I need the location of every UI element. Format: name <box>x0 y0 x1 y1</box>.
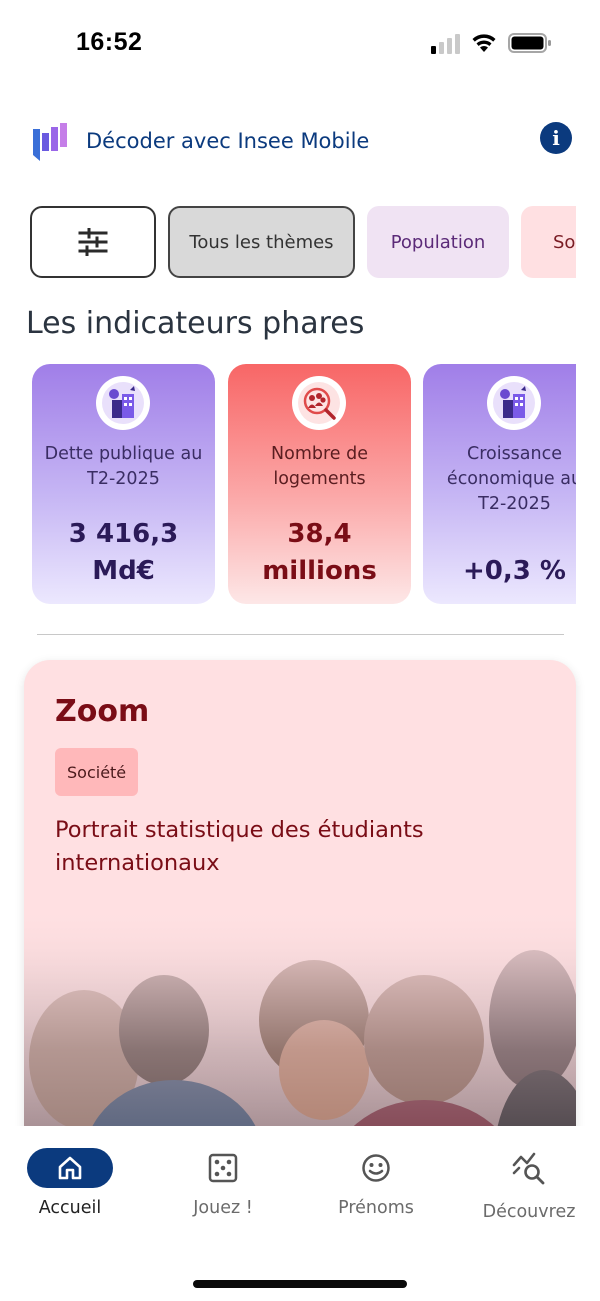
app-title: Décoder avec Insee Mobile <box>86 129 370 153</box>
info-button[interactable]: i <box>540 122 572 154</box>
zoom-theme-tag: Société <box>55 748 139 796</box>
nav-item-prenoms[interactable]: Prénoms <box>306 1148 446 1218</box>
indicator-label: Dette publique au T2-2025 <box>44 444 203 489</box>
indicator-carousel[interactable]: Dette publique au T2-2025 3 416,3 Md€ No… <box>32 364 576 606</box>
nav-label-jouez: Jouez ! <box>193 1198 253 1218</box>
nav-active-indicator <box>27 1148 113 1188</box>
zoom-title: Zoom <box>55 694 150 729</box>
bottom-navigation: Accueil Jouez ! Prénoms Découvrez <box>0 1126 600 1301</box>
indicator-label: Nombre de logements <box>271 444 368 489</box>
nav-label-prenoms: Prénoms <box>338 1198 414 1218</box>
insee-logo-icon <box>33 123 67 161</box>
filter-settings-button[interactable] <box>30 206 156 278</box>
nav-item-jouez[interactable]: Jouez ! <box>153 1148 293 1218</box>
people-magnifier-icon <box>292 376 346 430</box>
home-indicator[interactable] <box>193 1280 407 1288</box>
chip-societe[interactable]: Société <box>521 206 576 278</box>
economy-buildings-icon <box>487 376 541 430</box>
wifi-icon <box>472 34 496 52</box>
indicator-card-logements[interactable]: Nombre de logements 38,4 millions <box>228 364 411 604</box>
indicator-value: +0,3 % <box>463 556 566 586</box>
indicator-label: Croissance économique au T2-2025 <box>446 444 576 514</box>
section-title: Les indicateurs phares <box>26 306 365 341</box>
smiley-icon <box>362 1154 390 1182</box>
theme-filter-bar: Tous les thèmes Population Société <box>30 206 576 280</box>
status-time: 16:52 <box>76 28 143 56</box>
nav-item-decouvrez[interactable]: Découvrez <box>459 1148 599 1222</box>
chip-population[interactable]: Population <box>367 206 509 278</box>
indicator-value: 38,4 millions <box>262 519 377 586</box>
divider <box>37 634 564 635</box>
cellular-signal-icon <box>431 32 460 54</box>
indicator-card-dette[interactable]: Dette publique au T2-2025 3 416,3 Md€ <box>32 364 215 604</box>
nav-label-decouvrez: Découvrez <box>482 1202 576 1222</box>
status-bar: 16:52 <box>0 0 600 90</box>
sliders-icon <box>78 228 108 256</box>
info-icon: i <box>552 126 560 150</box>
chip-all-themes[interactable]: Tous les thèmes <box>168 206 355 278</box>
indicator-value: 3 416,3 Md€ <box>68 519 179 586</box>
zoom-headline: Portrait statistique des étudiants inter… <box>55 817 424 876</box>
indicator-card-croissance[interactable]: Croissance économique au T2-2025 +0,3 % <box>423 364 576 604</box>
nav-label-accueil: Accueil <box>38 1198 102 1218</box>
economy-buildings-icon <box>96 376 150 430</box>
app-header: Décoder avec Insee Mobile i <box>30 118 575 164</box>
chart-search-icon <box>512 1152 545 1185</box>
home-icon <box>58 1156 82 1180</box>
dice-icon <box>208 1153 238 1183</box>
nav-item-accueil[interactable]: Accueil <box>0 1148 140 1218</box>
battery-icon <box>508 33 551 53</box>
status-icons <box>431 32 552 54</box>
